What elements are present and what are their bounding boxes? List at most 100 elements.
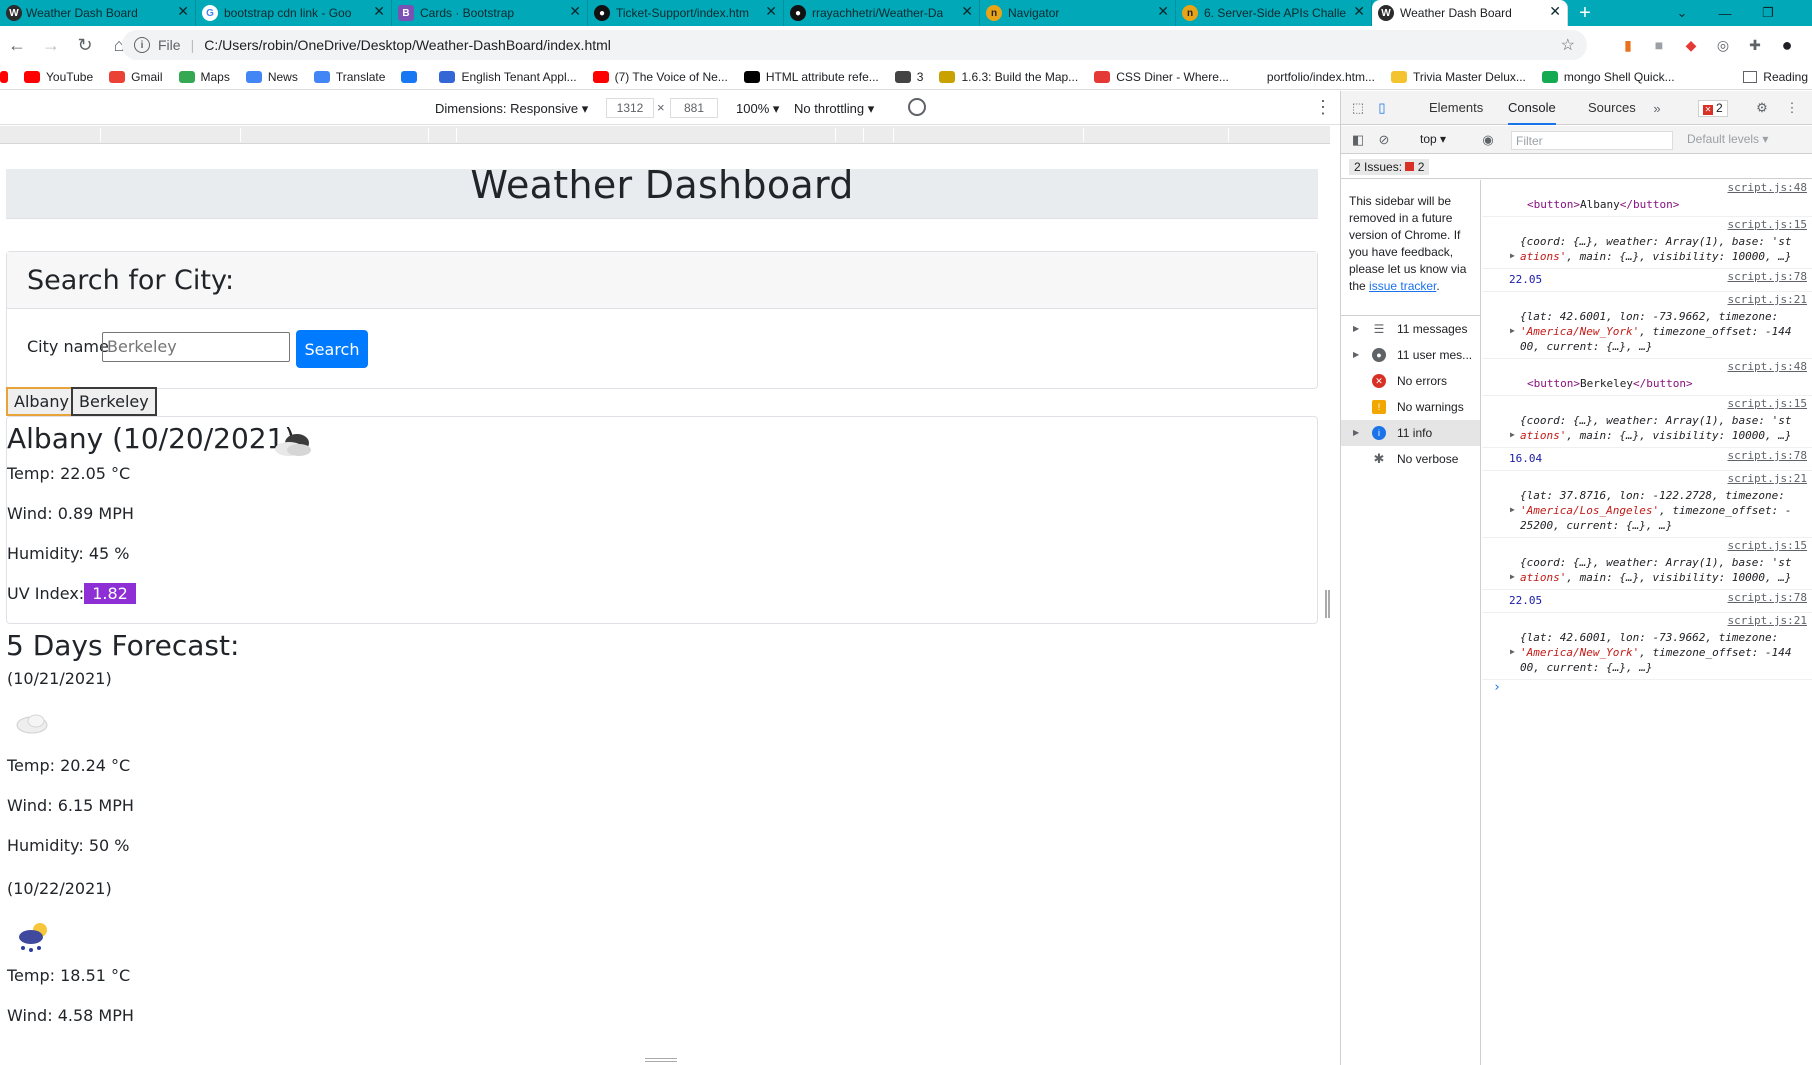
- city-name-input[interactable]: Berkeley: [102, 332, 290, 362]
- ruler-segment[interactable]: [835, 128, 836, 142]
- issues-link[interactable]: 2 Issues: 2: [1349, 159, 1430, 175]
- bookmark-item[interactable]: (7) The Voice of Ne...: [592, 70, 728, 84]
- expand-triangle-icon[interactable]: ▶: [1353, 342, 1359, 368]
- console-message[interactable]: script.js:48 <button>Berkeley</button>: [1482, 359, 1812, 396]
- expand-triangle-icon[interactable]: ▶: [1353, 316, 1359, 342]
- tab-sources[interactable]: Sources: [1588, 91, 1636, 125]
- ruler-segment[interactable]: [1228, 128, 1229, 142]
- minimize-icon[interactable]: —: [1703, 0, 1747, 26]
- puzzle-extensions-icon[interactable]: ✚: [1744, 35, 1766, 55]
- sidebar-item-errors[interactable]: ✕ No errors: [1341, 368, 1480, 394]
- expand-object-icon[interactable]: ▶: [1510, 505, 1515, 514]
- console-message[interactable]: script.js:78 16.04: [1482, 448, 1812, 471]
- tab-elements[interactable]: Elements: [1429, 91, 1483, 125]
- issue-tracker-link[interactable]: issue tracker: [1369, 279, 1436, 293]
- console-message[interactable]: script.js:21 ▶ {lat: 42.6001, lon: -73.966…: [1482, 292, 1812, 359]
- zoom-dropdown[interactable]: 100% ▾: [736, 101, 779, 117]
- console-message[interactable]: script.js:21 ▶ {lat: 42.6001, lon: -73.966…: [1482, 613, 1812, 680]
- settings-gear-icon[interactable]: ⚙: [1753, 99, 1771, 117]
- new-tab-plus-icon[interactable]: +: [1568, 0, 1602, 26]
- source-link[interactable]: script.js:48: [1728, 360, 1807, 373]
- reading-list-button[interactable]: Reading: [1743, 70, 1808, 84]
- console-message[interactable]: script.js:15 ▶ {coord: {…}, weather: Array…: [1482, 396, 1812, 448]
- close-tab-icon[interactable]: ✕: [1353, 3, 1365, 20]
- close-tab-icon[interactable]: ✕: [961, 3, 973, 20]
- bookmark-item[interactable]: [401, 70, 423, 83]
- throttling-dropdown[interactable]: No throttling ▾: [794, 101, 874, 117]
- sidebar-item-warnings[interactable]: ! No warnings: [1341, 394, 1480, 420]
- tab-console[interactable]: Console: [1508, 91, 1556, 125]
- close-tab-icon[interactable]: ✕: [177, 3, 189, 20]
- devtools-menu-icon[interactable]: ⋮: [1783, 99, 1801, 117]
- ruler-segment[interactable]: [1083, 128, 1084, 142]
- reload-icon[interactable]: ↻: [68, 28, 102, 62]
- extension-icon[interactable]: ◎: [1712, 35, 1734, 55]
- more-options-icon[interactable]: ⋮: [1314, 97, 1332, 118]
- bookmark-item[interactable]: Translate: [313, 70, 385, 84]
- sidebar-toggle-icon[interactable]: ◧: [1349, 131, 1367, 149]
- profile-avatar-icon[interactable]: ●: [1776, 35, 1798, 55]
- close-tab-icon[interactable]: ✕: [765, 3, 777, 20]
- console-message[interactable]: script.js:78 22.05: [1482, 590, 1812, 613]
- close-tab-icon[interactable]: ✕: [373, 3, 385, 20]
- bookmark-star-icon[interactable]: ☆: [1561, 35, 1575, 55]
- tab-search-icon[interactable]: ⌄: [1660, 0, 1704, 26]
- close-tab-icon[interactable]: ✕: [569, 3, 581, 20]
- ruler-segment[interactable]: [893, 128, 894, 142]
- source-link[interactable]: script.js:78: [1728, 270, 1807, 283]
- search-button[interactable]: Search: [296, 330, 368, 368]
- site-info-icon[interactable]: i: [134, 37, 150, 53]
- expand-object-icon[interactable]: ▶: [1510, 572, 1515, 581]
- console-message[interactable]: script.js:15 ▶ {coord: {…}, weather: Array…: [1482, 538, 1812, 590]
- extension-icon[interactable]: ■: [1648, 35, 1670, 55]
- clear-console-icon[interactable]: ⊘: [1375, 131, 1393, 149]
- ruler-segment[interactable]: [100, 128, 101, 142]
- extension-icon[interactable]: ◆: [1680, 35, 1702, 55]
- viewport-width-input[interactable]: 1312: [606, 98, 654, 118]
- bookmark-item[interactable]: News: [245, 70, 298, 84]
- sidebar-item-messages[interactable]: ▶ ☰ 11 messages: [1341, 316, 1480, 342]
- bookmark-item[interactable]: English Tenant Appl...: [439, 70, 577, 84]
- expand-object-icon[interactable]: ▶: [1510, 430, 1515, 439]
- dimensions-dropdown[interactable]: Dimensions: Responsive ▾: [435, 101, 588, 117]
- log-levels-dropdown[interactable]: Default levels ▾: [1687, 132, 1768, 146]
- console-filter-input[interactable]: Filter: [1511, 131, 1673, 150]
- expand-triangle-icon[interactable]: ▶: [1353, 420, 1359, 446]
- browser-tab[interactable]: ● rrayachhetri/Weather-Da ✕: [784, 0, 980, 26]
- sidebar-item-user-messages[interactable]: ▶ ● 11 user mes...: [1341, 342, 1480, 368]
- bookmark-item[interactable]: portfolio/index.htm...: [1244, 70, 1375, 84]
- console-message[interactable]: script.js:21 ▶ {lat: 37.8716, lon: -122.27…: [1482, 471, 1812, 538]
- bookmark-item[interactable]: CSS Diner - Where...: [1094, 70, 1229, 84]
- bookmark-item[interactable]: Gmail: [109, 70, 163, 84]
- browser-tab-active[interactable]: W Weather Dash Board ✕: [1372, 0, 1568, 26]
- close-tab-icon[interactable]: ✕: [1157, 3, 1169, 20]
- console-message[interactable]: script.js:15 ▶ {coord: {…}, weather: Array…: [1482, 217, 1812, 269]
- live-expression-eye-icon[interactable]: ◉: [1479, 131, 1497, 149]
- source-link[interactable]: script.js:78: [1728, 449, 1807, 462]
- device-toggle-icon[interactable]: ▯: [1373, 99, 1391, 117]
- source-link[interactable]: script.js:21: [1728, 614, 1807, 627]
- ruler-segment[interactable]: [456, 128, 457, 142]
- source-link[interactable]: script.js:21: [1728, 293, 1807, 306]
- history-button-albany[interactable]: Albany: [6, 387, 77, 416]
- source-link[interactable]: script.js:15: [1728, 397, 1807, 410]
- browser-tab[interactable]: B Cards · Bootstrap ✕: [392, 0, 588, 26]
- expand-object-icon[interactable]: ▶: [1510, 647, 1515, 656]
- source-link[interactable]: script.js:21: [1728, 472, 1807, 485]
- browser-tab[interactable]: ● Ticket-Support/index.htm ✕: [588, 0, 784, 26]
- rotate-icon[interactable]: [904, 94, 930, 120]
- console-message[interactable]: script.js:78 22.05: [1482, 269, 1812, 292]
- console-prompt[interactable]: ›: [1482, 680, 1812, 700]
- sidebar-item-info[interactable]: ▶ i 11 info: [1341, 420, 1480, 446]
- expand-object-icon[interactable]: ▶: [1510, 326, 1515, 335]
- close-tab-icon[interactable]: ✕: [1549, 3, 1561, 20]
- forward-arrow-icon[interactable]: →: [34, 28, 68, 62]
- restore-icon[interactable]: ❐: [1746, 0, 1790, 26]
- ruler-segment[interactable]: [863, 128, 864, 142]
- back-arrow-icon[interactable]: ←: [0, 28, 34, 62]
- inspect-element-icon[interactable]: ⬚: [1349, 99, 1367, 117]
- sidebar-item-verbose[interactable]: ✱ No verbose: [1341, 446, 1480, 472]
- address-bar[interactable]: i File | C:/Users/robin/OneDrive/Desktop…: [122, 30, 1587, 60]
- bookmark-item[interactable]: 3: [894, 70, 923, 84]
- ruler-segment[interactable]: [240, 128, 241, 142]
